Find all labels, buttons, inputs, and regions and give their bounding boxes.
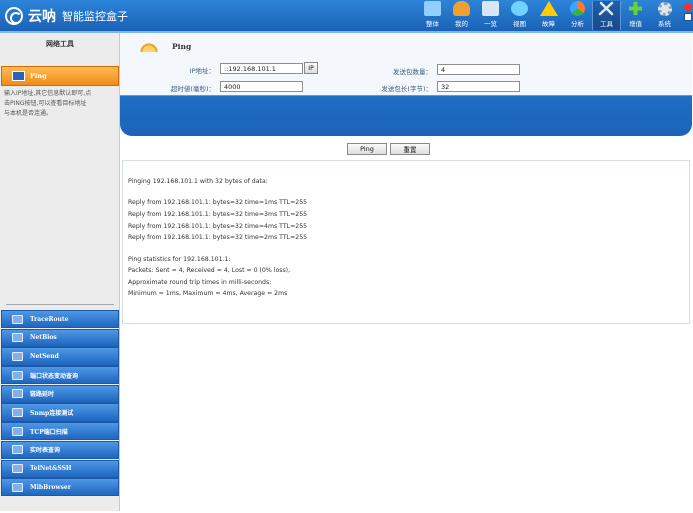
logo-icon — [5, 7, 23, 25]
tools-icon — [598, 1, 615, 16]
sidebar-item-mibbrowser[interactable]: MibBrowser — [1, 478, 119, 497]
tool-list: TraceRoute NetBios NetSend 端口状态变动查询 链路延时… — [1, 310, 119, 497]
nav-item-tools[interactable]: 工具 — [592, 1, 621, 30]
sidebar-title: 网络工具 — [46, 39, 74, 48]
output-line: Reply from 192.168.101.1: bytes=32 time=… — [128, 234, 308, 241]
monitor-icon — [12, 71, 25, 81]
sidebar-item-netsend[interactable]: NetSend — [1, 347, 119, 366]
output-line: Reply from 192.168.101.1: bytes=32 time=… — [128, 223, 308, 230]
tool-description: 输入IP地址,其它信息默认即可,点 击PING按钮,可以查看目标地址 与本机是否… — [4, 90, 92, 117]
nav-item-fault[interactable]: 故障 — [534, 1, 563, 30]
sidebar-item-netbios[interactable]: NetBios — [1, 328, 119, 347]
packet-count-input[interactable] — [437, 64, 520, 75]
terminal-icon — [12, 464, 23, 474]
brand-name: 云呐 — [28, 9, 56, 25]
nav-item-overall[interactable]: 整体 — [418, 1, 447, 30]
plus-icon — [627, 1, 644, 16]
nav-item-system[interactable]: 系统 — [650, 1, 679, 30]
sidebar-item-label: Ping — [30, 72, 47, 80]
sidebar: 网络工具 Ping 输入IP地址,其它信息默认即可,点 击PING按钮,可以查看… — [0, 33, 120, 511]
restore-icon[interactable] — [684, 13, 692, 21]
app-logo: 云呐 智能监控盒子 — [5, 6, 128, 26]
pie-chart-icon — [570, 1, 585, 16]
user-icon — [453, 1, 470, 16]
output-line: Packets: Sent = 4, Received = 4, Lost = … — [128, 267, 291, 274]
send-icon — [12, 351, 23, 361]
packet-size-input[interactable] — [437, 81, 520, 92]
close-icon[interactable] — [684, 3, 692, 11]
sidebar-item-snmp[interactable]: Snmp连接测试 — [1, 403, 119, 422]
ping-button[interactable]: Ping — [347, 143, 387, 155]
sidebar-item-realtime-table[interactable]: 实时表查询 — [1, 440, 119, 459]
sidebar-item-traceroute[interactable]: TraceRoute — [1, 310, 119, 329]
netbios-icon — [12, 333, 23, 343]
content-background — [121, 324, 692, 511]
nav-item-mine[interactable]: 我的 — [447, 1, 476, 30]
app-title: 智能监控盒子 — [62, 10, 128, 23]
ping-header: Ping — [140, 41, 191, 52]
table-icon — [12, 445, 23, 455]
timeout-input[interactable] — [220, 81, 303, 92]
ip-button[interactable]: IP — [304, 62, 318, 74]
sidebar-item-port-status[interactable]: 端口状态变动查询 — [1, 366, 119, 385]
gear-icon — [12, 408, 23, 418]
packet-count-label: 发送包数量： — [393, 68, 432, 76]
warning-icon — [539, 1, 558, 16]
timeout-label: 超时値(毫秒)： — [170, 85, 215, 93]
overview-icon — [482, 1, 499, 16]
reset-button[interactable]: 重置 — [390, 143, 430, 155]
top-bar: 云呐 智能监控盒子 整体 我的 一览 视图 故障 分析 工具 增值 系统 — [0, 0, 693, 33]
sidebar-item-tcp-scan[interactable]: TCP端口扫描 — [1, 422, 119, 441]
view-icon — [511, 1, 528, 16]
packet-size-label: 发送包长(字节)： — [381, 85, 432, 93]
nav-item-analysis[interactable]: 分析 — [563, 1, 592, 30]
sidebar-item-link-latency[interactable]: 链路延时 — [1, 384, 119, 403]
monitor-icon — [424, 1, 441, 16]
route-icon — [12, 314, 23, 324]
output-line: Approximate round trip times in milli-se… — [128, 279, 272, 286]
browser-icon — [12, 482, 23, 492]
nav-item-view[interactable]: 视图 — [505, 1, 534, 30]
output-line: Minimum = 1ms, Maximum = 4ms, Average = … — [128, 290, 288, 297]
output-line: Reply from 192.168.101.1: bytes=32 time=… — [128, 211, 308, 218]
window-controls — [684, 3, 692, 21]
nav-item-overview[interactable]: 一览 — [476, 1, 505, 30]
headset-icon — [12, 389, 23, 399]
output-line: Reply from 192.168.101.1: bytes=32 time=… — [128, 199, 308, 206]
gear-icon — [657, 2, 672, 16]
ping-title: Ping — [172, 42, 192, 51]
sidebar-item-ping[interactable]: Ping — [1, 66, 119, 86]
scan-icon — [12, 426, 23, 436]
output-line: Pinging 192.168.101.1 with 32 bytes of d… — [128, 178, 268, 185]
main-nav: 整体 我的 一览 视图 故障 分析 工具 增值 系统 — [418, 1, 679, 30]
sun-icon — [140, 41, 158, 52]
sidebar-divider — [6, 304, 114, 305]
ip-input[interactable] — [220, 63, 303, 74]
ip-label: IP地址： — [189, 67, 215, 75]
ping-output: Pinging 192.168.101.1 with 32 bytes of d… — [122, 160, 690, 324]
nav-item-value-added[interactable]: 增值 — [621, 1, 650, 30]
sidebar-item-telnet-ssh[interactable]: TelNet&SSH — [1, 459, 119, 478]
port-icon — [12, 370, 23, 380]
output-line: Ping statistics for 192.168.101.1: — [128, 256, 231, 263]
